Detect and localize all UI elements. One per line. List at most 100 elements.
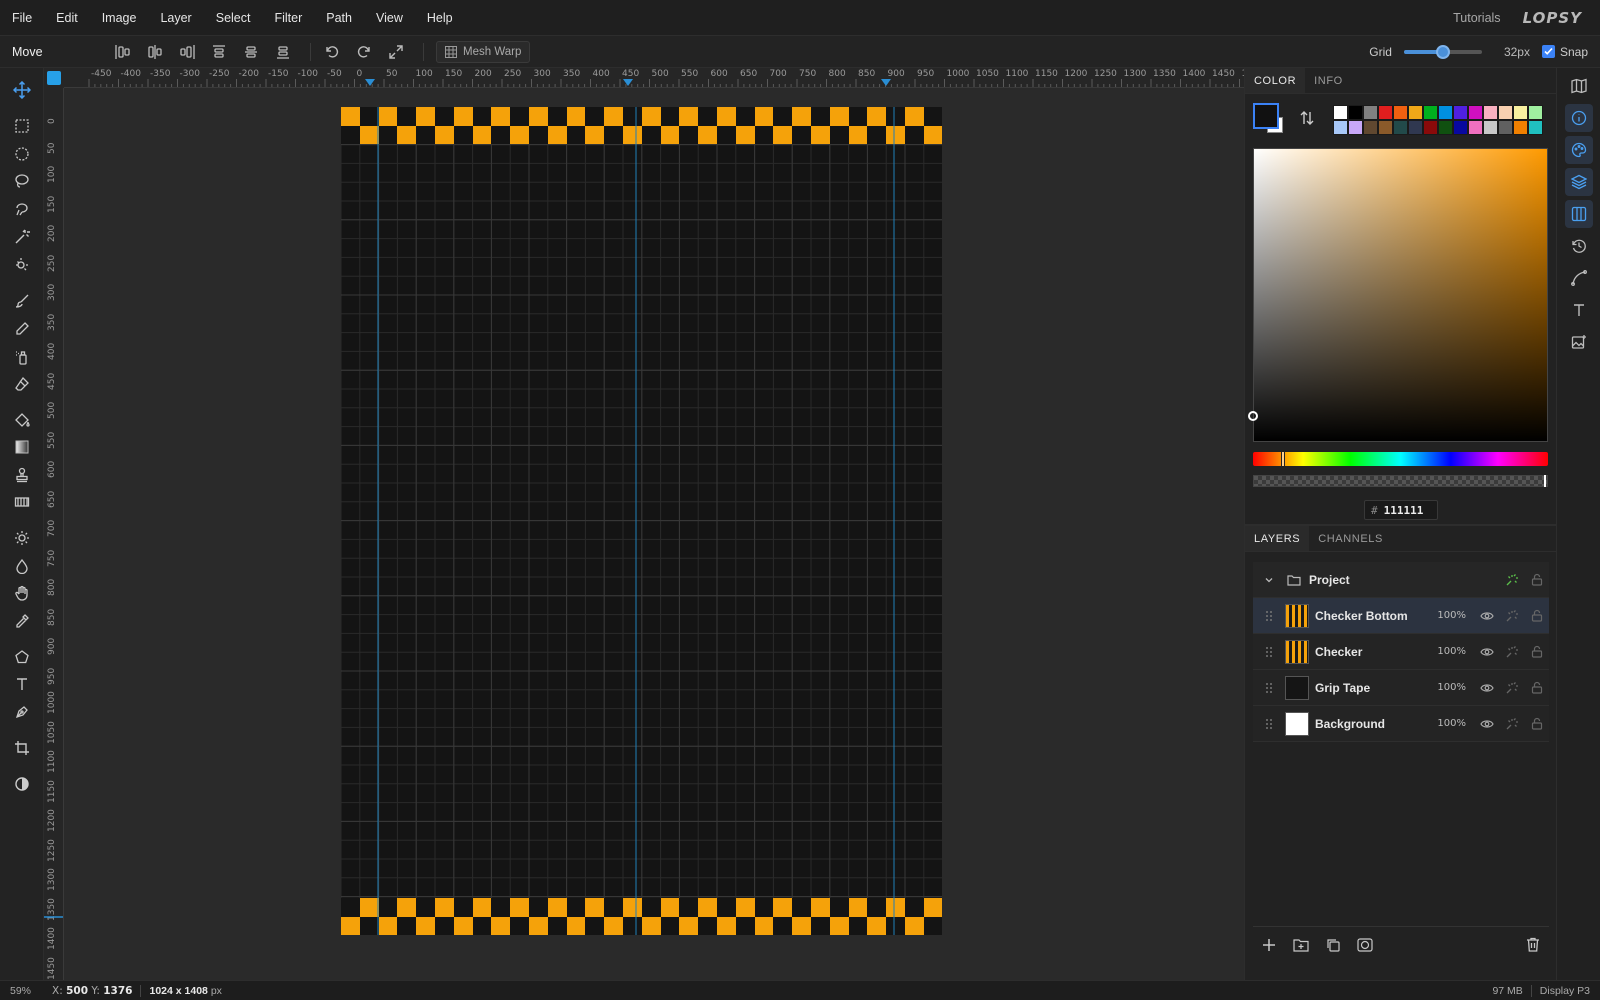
foreground-color-swatch[interactable] — [1253, 103, 1279, 129]
drag-handle-icon[interactable] — [1265, 646, 1285, 658]
hue-slider-knob[interactable] — [1280, 451, 1285, 467]
lock-icon[interactable] — [1524, 606, 1549, 626]
drag-handle-icon[interactable] — [1265, 682, 1285, 694]
delete-layer-icon[interactable] — [1517, 930, 1549, 960]
layer-group-name[interactable]: Project — [1309, 573, 1499, 587]
menu-help[interactable]: Help — [415, 0, 465, 36]
fill-bucket-icon[interactable] — [8, 407, 36, 433]
pencil-icon[interactable] — [8, 316, 36, 342]
quick-select-icon[interactable] — [8, 251, 36, 277]
layer-row[interactable]: Checker 100% — [1253, 634, 1549, 670]
layer-opacity[interactable]: 100% — [1430, 682, 1466, 693]
color-swatch[interactable] — [1528, 120, 1543, 135]
alpha-slider-knob[interactable] — [1544, 475, 1546, 487]
layer-name[interactable]: Grip Tape — [1315, 681, 1430, 695]
eye-icon[interactable] — [1474, 678, 1499, 698]
add-layer-icon[interactable] — [1253, 930, 1285, 960]
tab-color[interactable]: COLOR — [1245, 68, 1306, 93]
color-swatch[interactable] — [1438, 105, 1453, 120]
menu-path[interactable]: Path — [314, 0, 364, 36]
tab-info[interactable]: INFO — [1305, 68, 1352, 93]
fx-icon[interactable] — [1499, 714, 1524, 734]
color-swatch[interactable] — [1363, 105, 1378, 120]
tab-channels[interactable]: CHANNELS — [1309, 526, 1392, 551]
layer-opacity[interactable]: 100% — [1430, 610, 1466, 621]
pattern-icon[interactable] — [8, 489, 36, 515]
mask-layer-icon[interactable] — [1349, 930, 1381, 960]
palette-icon[interactable] — [1565, 136, 1593, 164]
magic-wand-icon[interactable] — [8, 224, 36, 250]
saturation-value-picker[interactable] — [1248, 148, 1548, 442]
color-swatch[interactable] — [1378, 105, 1393, 120]
color-swatch[interactable] — [1453, 105, 1468, 120]
lock-icon[interactable] — [1524, 642, 1549, 662]
hand-icon[interactable] — [8, 580, 36, 606]
swap-colors-icon[interactable] — [1299, 110, 1315, 126]
map-icon[interactable] — [1565, 72, 1593, 100]
color-swatch[interactable] — [1423, 120, 1438, 135]
lasso-icon[interactable] — [8, 168, 36, 194]
align-right-icon[interactable] — [174, 40, 200, 64]
clone-stamp-icon[interactable] — [8, 462, 36, 488]
color-swatch[interactable] — [1498, 120, 1513, 135]
zoom-level[interactable]: 59% — [0, 985, 44, 997]
snap-checkbox[interactable] — [1541, 45, 1555, 58]
dodge-icon[interactable] — [8, 525, 36, 551]
align-middle-v-icon[interactable] — [238, 40, 264, 64]
grid-size-slider[interactable] — [1403, 44, 1482, 59]
rotate-ccw-icon[interactable] — [319, 40, 345, 64]
eye-icon[interactable] — [1474, 606, 1499, 626]
text-panel-icon[interactable] — [1565, 296, 1593, 324]
color-swatch[interactable] — [1348, 120, 1363, 135]
color-swatch[interactable] — [1528, 105, 1543, 120]
menu-view[interactable]: View — [364, 0, 415, 36]
color-swatch[interactable] — [1363, 120, 1378, 135]
align-left-icon[interactable] — [110, 40, 136, 64]
eye-icon[interactable] — [1474, 642, 1499, 662]
ellipse-select-icon[interactable] — [8, 141, 36, 167]
rotate-cw-icon[interactable] — [351, 40, 377, 64]
layer-row[interactable]: Grip Tape 100% — [1253, 670, 1549, 706]
align-center-h-icon[interactable] — [142, 40, 168, 64]
blur-icon[interactable] — [8, 553, 36, 579]
color-swatch[interactable] — [1393, 120, 1408, 135]
ruler-top[interactable]: -450 -400 -350 -300 -250 -200 -150 -100 -50 0 50 10… — [64, 68, 1244, 88]
layer-opacity[interactable]: 100% — [1430, 646, 1466, 657]
fx-icon[interactable] — [1499, 678, 1524, 698]
expand-icon[interactable] — [383, 40, 409, 64]
history-icon[interactable] — [1565, 232, 1593, 260]
ruler-corner[interactable] — [44, 68, 64, 88]
grid-slider-knob[interactable] — [1435, 44, 1450, 59]
mesh-warp-button[interactable]: Mesh Warp — [436, 40, 531, 63]
menu-filter[interactable]: Filter — [262, 0, 314, 36]
brush-icon[interactable] — [8, 288, 36, 314]
color-swatch[interactable] — [1438, 120, 1453, 135]
hex-value[interactable]: 111111 — [1384, 504, 1424, 517]
color-swatch[interactable] — [1408, 120, 1423, 135]
lock-icon[interactable] — [1524, 570, 1549, 590]
layer-opacity[interactable]: 100% — [1430, 718, 1466, 729]
chevron-down-icon[interactable] — [1263, 574, 1287, 586]
drag-handle-icon[interactable] — [1265, 610, 1285, 622]
hex-input[interactable]: # 111111 — [1364, 500, 1438, 520]
layer-row[interactable]: Background 100% — [1253, 706, 1549, 742]
drag-handle-icon[interactable] — [1265, 718, 1285, 730]
sv-picker-cursor[interactable] — [1248, 411, 1258, 421]
alpha-slider[interactable] — [1253, 475, 1548, 487]
lock-icon[interactable] — [1524, 714, 1549, 734]
image-add-icon[interactable] — [1565, 328, 1593, 356]
menu-layer[interactable]: Layer — [148, 0, 203, 36]
color-swatch[interactable] — [1393, 105, 1408, 120]
color-swatch[interactable] — [1408, 105, 1423, 120]
fx-icon[interactable] — [1499, 570, 1524, 590]
ruler-left[interactable]: 0 50 100 150 200 250 300 350 400 450 500 550 600 650 7… — [44, 88, 64, 980]
color-swatch[interactable] — [1453, 120, 1468, 135]
lock-icon[interactable] — [1524, 678, 1549, 698]
tutorials-link[interactable]: Tutorials — [1453, 11, 1500, 25]
color-swatch[interactable] — [1483, 105, 1498, 120]
layer-name[interactable]: Checker — [1315, 645, 1430, 659]
color-swatch[interactable] — [1513, 105, 1528, 120]
canvas-workspace[interactable] — [64, 88, 1244, 980]
color-swatch[interactable] — [1498, 105, 1513, 120]
channels-icon[interactable] — [1565, 200, 1593, 228]
